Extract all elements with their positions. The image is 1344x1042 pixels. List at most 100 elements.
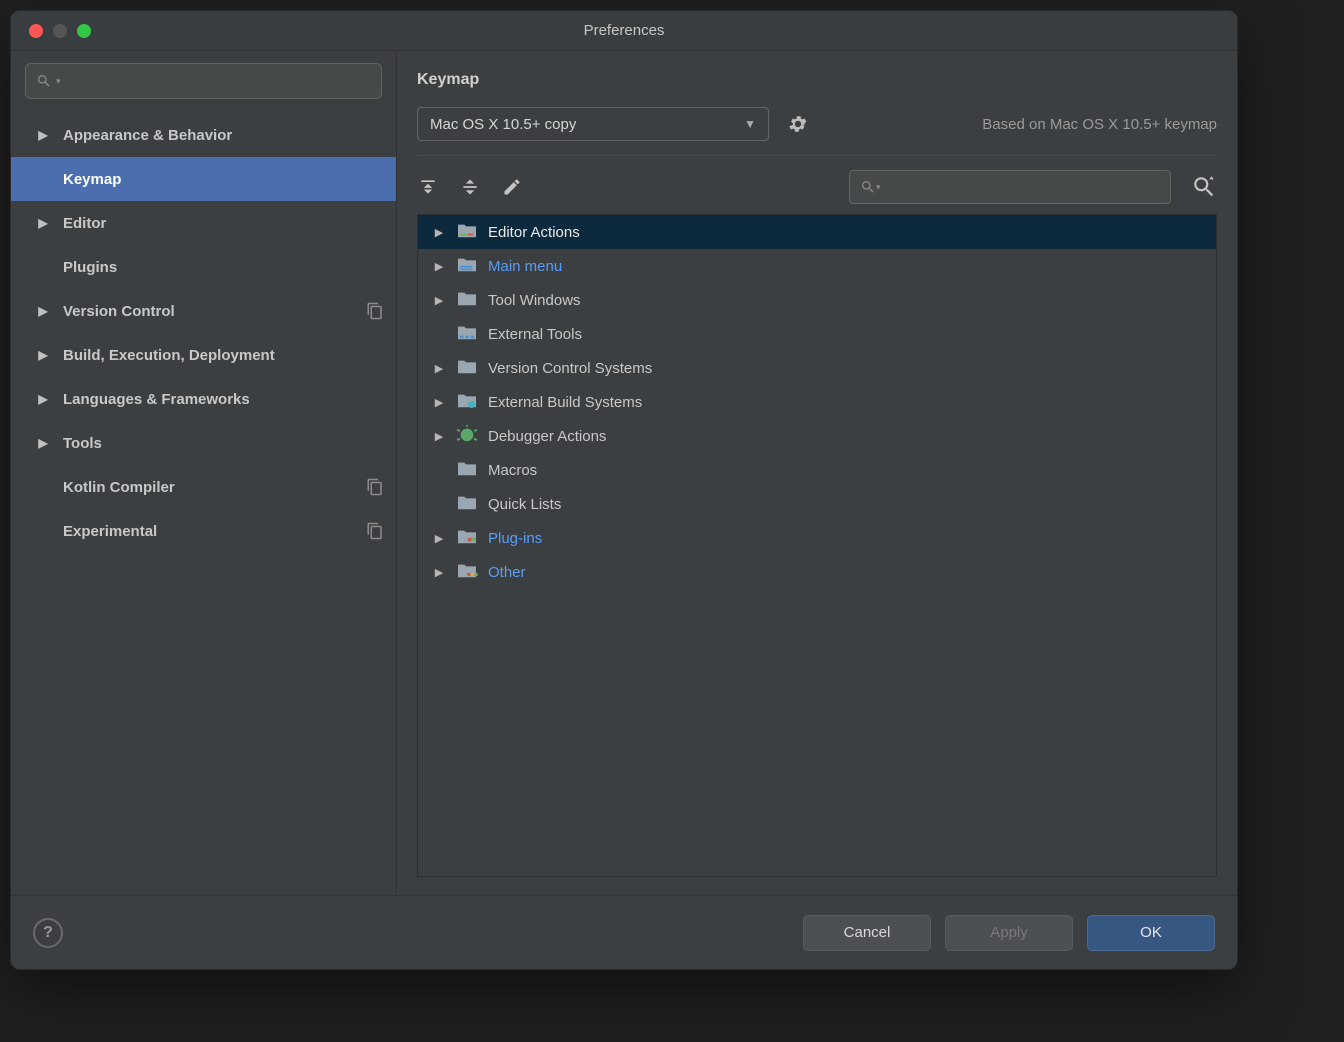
pane-title: Keymap [417, 69, 1217, 107]
sidebar-item-languages-frameworks[interactable]: ▶ Languages & Frameworks [11, 377, 396, 421]
keymap-search-field[interactable] [881, 178, 1160, 196]
copy-settings-icon [366, 302, 384, 320]
sidebar-item-label: Languages & Frameworks [63, 391, 384, 408]
find-by-shortcut-button[interactable] [1191, 174, 1217, 200]
tree-item-label: Version Control Systems [488, 360, 652, 377]
find-shortcut-icon [1191, 174, 1217, 200]
sidebar-item-label: Editor [63, 215, 384, 232]
chevron-right-icon: ▶ [432, 396, 446, 409]
edit-shortcut-button[interactable] [501, 176, 523, 198]
sidebar-search-field[interactable] [65, 72, 371, 90]
tree-item-version-control-systems[interactable]: ▶Version Control Systems [418, 351, 1216, 385]
sidebar-item-tools[interactable]: ▶Tools [11, 421, 396, 465]
chevron-right-icon: ▶ [432, 260, 446, 273]
ok-button[interactable]: OK [1087, 915, 1215, 951]
collapse-all-button[interactable] [459, 176, 481, 198]
folder-icon [456, 323, 478, 345]
search-icon [860, 179, 876, 195]
chevron-right-icon: ▶ [33, 436, 53, 450]
tree-item-other[interactable]: ▶ Other [418, 555, 1216, 589]
sidebar-item-label: Version Control [63, 303, 356, 320]
tree-item-label: External Build Systems [488, 394, 642, 411]
chevron-right-icon: ▶ [33, 392, 53, 406]
sidebar-item-label: Plugins [63, 259, 384, 276]
keymap-actions-button[interactable] [787, 113, 809, 135]
chevron-right-icon: ▶ [432, 294, 446, 307]
chevron-right-icon: ▶ [33, 304, 53, 318]
sidebar-item-label: Keymap [63, 171, 384, 188]
sidebar-item-label: Build, Execution, Deployment [63, 347, 384, 364]
sidebar-search-input[interactable]: ▾ [25, 63, 382, 99]
collapse-all-icon [460, 177, 480, 197]
tree-item-label: Plug-ins [488, 530, 542, 547]
sidebar-item-label: Appearance & Behavior [63, 127, 384, 144]
folder-icon [456, 493, 478, 515]
tree-item-editor-actions[interactable]: ▶ Editor Actions [418, 215, 1216, 249]
chevron-right-icon: ▶ [432, 566, 446, 579]
tree-item-macros[interactable]: ▶Macros [418, 453, 1216, 487]
pencil-icon [502, 177, 522, 197]
help-button[interactable]: ? [33, 918, 63, 948]
tree-item-tool-windows[interactable]: ▶ Tool Windows [418, 283, 1216, 317]
keymap-select-value: Mac OS X 10.5+ copy [430, 116, 744, 133]
copy-settings-icon [366, 478, 384, 496]
keymap-select[interactable]: Mac OS X 10.5+ copy ▼ [417, 107, 769, 141]
titlebar: Preferences [11, 11, 1237, 51]
sidebar-item-plugins[interactable]: ▶Plugins [11, 245, 396, 289]
chevron-right-icon: ▶ [33, 128, 53, 142]
sidebar-item-keymap[interactable]: ▶Keymap [11, 157, 396, 201]
keymap-pane: Keymap Mac OS X 10.5+ copy ▼ Based on Ma… [397, 51, 1237, 895]
sidebar-item-version-control[interactable]: ▶ Version Control [11, 289, 396, 333]
tree-item-quick-lists[interactable]: ▶Quick Lists [418, 487, 1216, 521]
folder-icon [456, 527, 478, 549]
folder-icon [456, 221, 478, 243]
sidebar-item-appearance-behavior[interactable]: ▶ Appearance & Behavior [11, 113, 396, 157]
keymap-search-input[interactable]: ▾ [849, 170, 1171, 204]
window-title: Preferences [11, 22, 1237, 39]
copy-settings-icon [366, 522, 384, 540]
chevron-down-icon: ▾ [56, 76, 61, 87]
sidebar-item-kotlin-compiler[interactable]: ▶Kotlin Compiler [11, 465, 396, 509]
tree-item-label: Main menu [488, 258, 562, 275]
sidebar-item-editor[interactable]: ▶ Editor [11, 201, 396, 245]
separator [417, 155, 1217, 156]
folder-icon [456, 255, 478, 277]
folder-icon [456, 561, 478, 583]
folder-icon [456, 391, 478, 413]
tree-item-external-tools[interactable]: ▶External Tools [418, 317, 1216, 351]
keymap-tree[interactable]: ▶Editor Actions▶Main menu▶Tool Windows▶E… [417, 214, 1217, 877]
tree-item-label: Editor Actions [488, 224, 580, 241]
expand-all-button[interactable] [417, 176, 439, 198]
tree-item-label: Tool Windows [488, 292, 581, 309]
expand-all-icon [418, 177, 438, 197]
chevron-right-icon: ▶ [33, 216, 53, 230]
gear-icon [787, 113, 809, 135]
tree-item-main-menu[interactable]: ▶ Main menu [418, 249, 1216, 283]
chevron-right-icon: ▶ [432, 532, 446, 545]
folder-icon [456, 289, 478, 311]
sidebar-item-label: Experimental [63, 523, 356, 540]
dialog-footer: ? Cancel Apply OK [11, 895, 1237, 969]
cancel-button[interactable]: Cancel [803, 915, 931, 951]
folder-icon [456, 459, 478, 481]
search-icon [36, 73, 52, 89]
sidebar-item-build-execution-deployment[interactable]: ▶ Build, Execution, Deployment [11, 333, 396, 377]
chevron-right-icon: ▶ [432, 430, 446, 443]
folder-icon [456, 357, 478, 379]
sidebar-list: ▶Appearance & Behavior▶Keymap▶Editor▶Plu… [11, 109, 396, 895]
tree-item-label: Other [488, 564, 526, 581]
tree-item-label: Debugger Actions [488, 428, 606, 445]
apply-button: Apply [945, 915, 1073, 951]
chevron-down-icon: ▼ [744, 117, 756, 131]
chevron-right-icon: ▶ [33, 348, 53, 362]
tree-item-debugger-actions[interactable]: ▶ Debugger Actions [418, 419, 1216, 453]
folder-icon [456, 425, 478, 447]
sidebar-item-experimental[interactable]: ▶Experimental [11, 509, 396, 553]
tree-item-external-build-systems[interactable]: ▶ External Build Systems [418, 385, 1216, 419]
tree-item-label: External Tools [488, 326, 582, 343]
tree-item-label: Macros [488, 462, 537, 479]
tree-item-plug-ins[interactable]: ▶ Plug-ins [418, 521, 1216, 555]
preferences-window: Preferences ▾ ▶Appearance & Behavior▶Key… [10, 10, 1238, 970]
based-on-label: Based on Mac OS X 10.5+ keymap [982, 116, 1217, 133]
chevron-right-icon: ▶ [432, 226, 446, 239]
